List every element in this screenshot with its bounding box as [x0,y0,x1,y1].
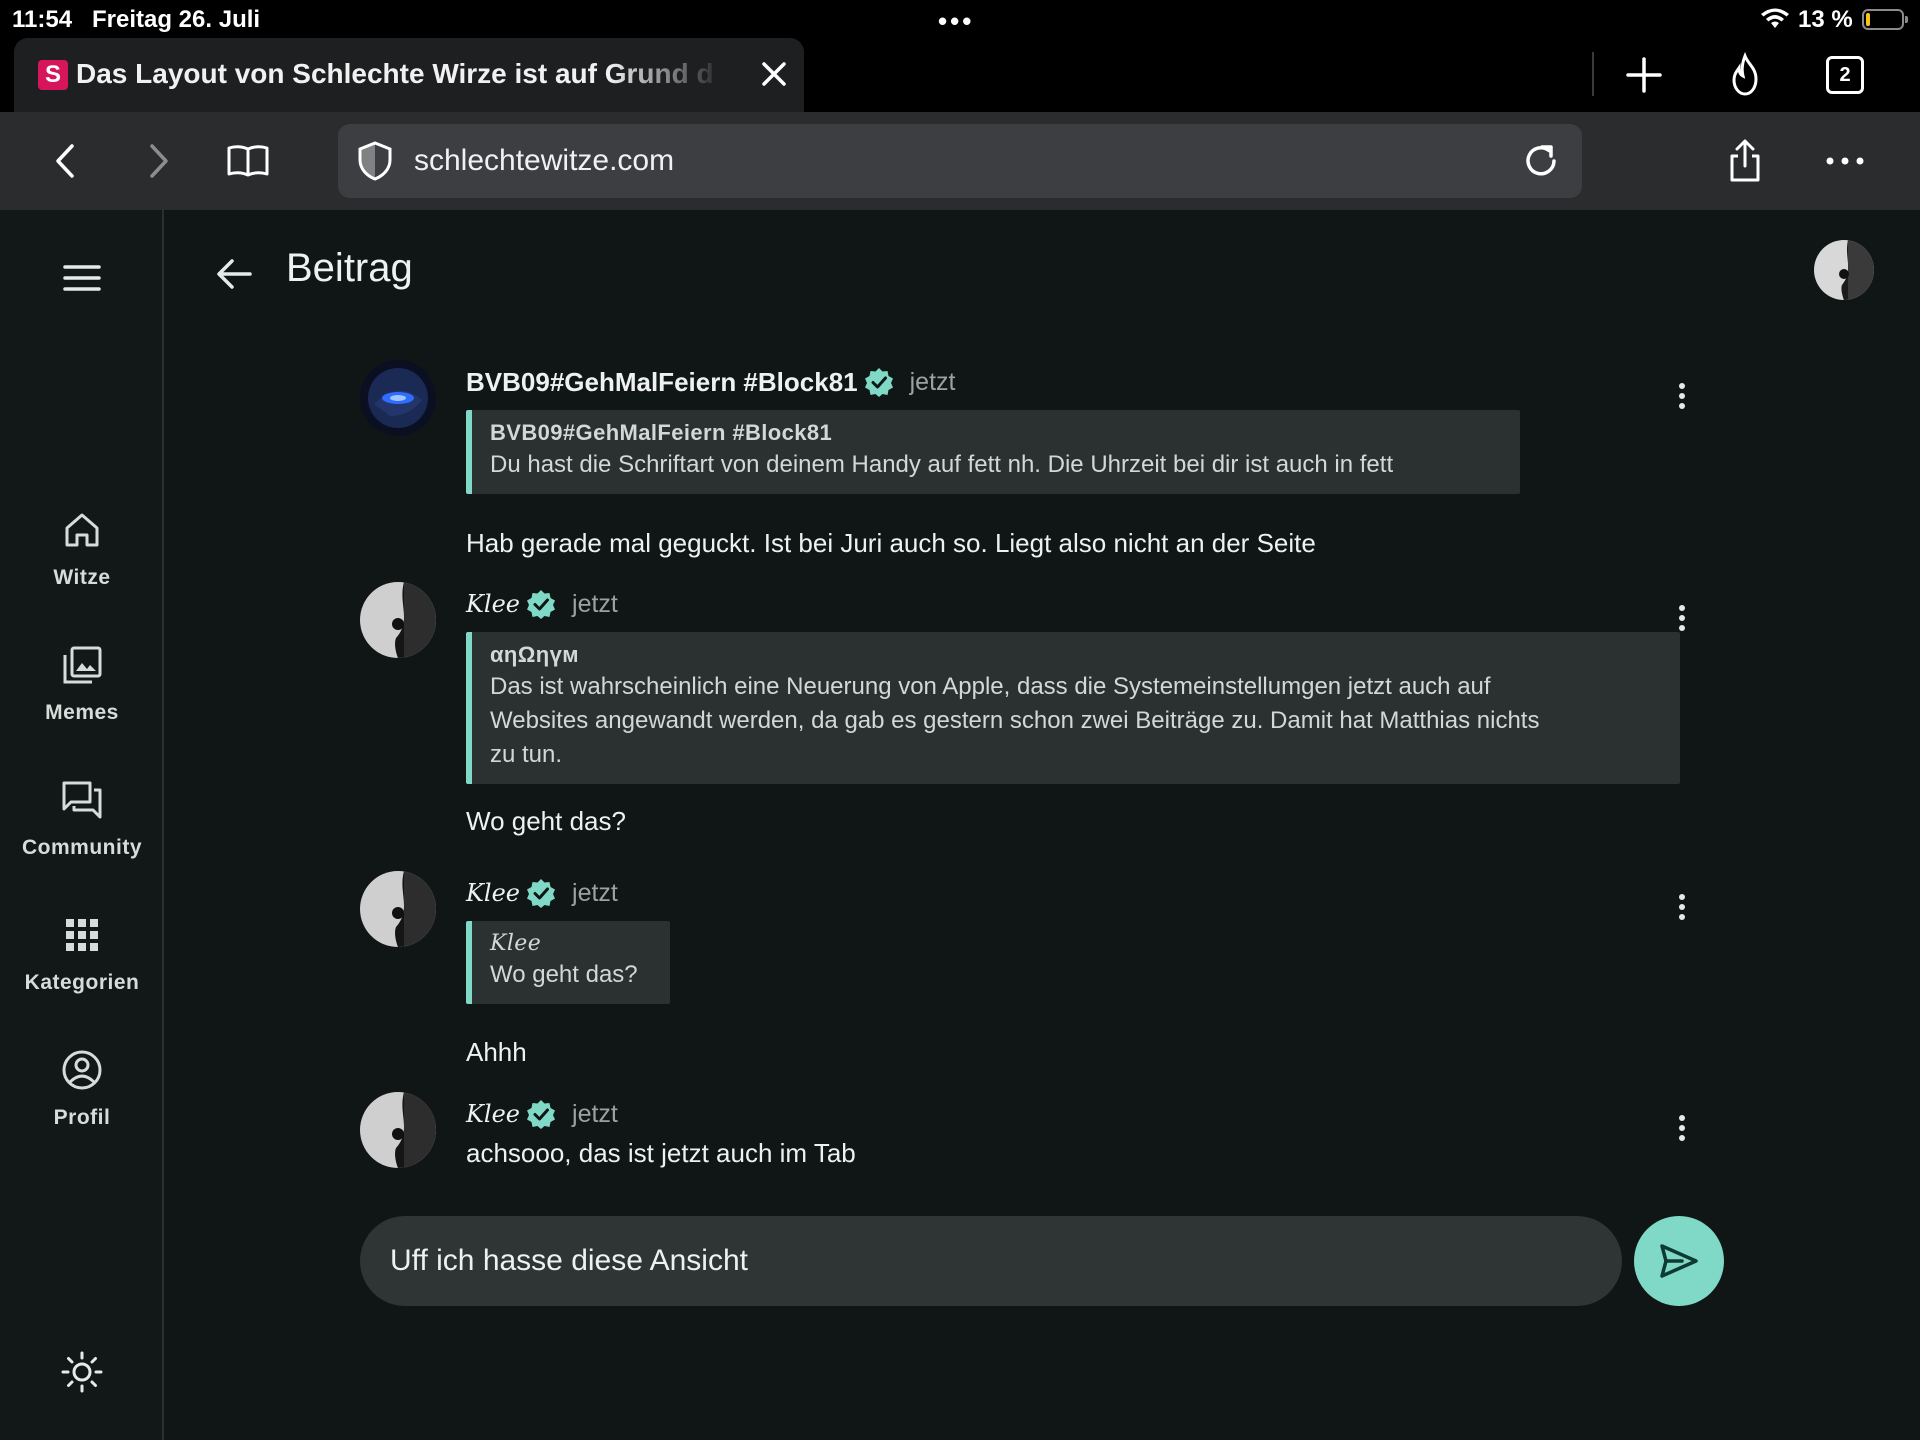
sidebar-item-profil[interactable]: Profil [0,1048,164,1168]
address-bar[interactable]: schlechtewitze.com [338,124,1582,198]
sun-theme-toggle-icon[interactable] [60,1350,104,1394]
status-bar: 11:54 Freitag 26. Juli ••• 13 % [0,0,1920,38]
tab-count-button[interactable]: 2 [1826,56,1864,94]
sidebar-item-label: Kategorien [24,971,140,994]
avatar[interactable] [360,582,436,658]
send-button[interactable] [1634,1216,1724,1306]
arrow-back-icon[interactable] [208,248,260,300]
comment-text: Hab gerade mal geguckt. Ist bei Juri auc… [466,528,1316,558]
hamburger-menu-icon[interactable] [58,254,106,302]
comment-author[interactable]: Klee [466,590,520,618]
quoted-comment[interactable]: αηΩηүм Das ist wahrscheinlich eine Neuer… [466,632,1680,784]
avatar-image [360,871,436,947]
share-icon[interactable] [1722,138,1768,184]
comment-composer [360,1216,1622,1306]
quote-text: Du hast die Schriftart von deinem Handy … [490,451,1394,478]
back-icon[interactable] [44,138,90,184]
shield-icon[interactable] [352,138,398,184]
comment-meta: Klee jetzt [466,1096,618,1132]
reload-icon[interactable] [1518,138,1564,184]
verified-badge-icon [527,1100,556,1129]
battery-icon [1862,9,1908,30]
more-options-icon[interactable] [1822,138,1868,184]
quote-text-line: Websites angewandt werden, da gab es ges… [490,707,1540,734]
comment-meta: BVB09#GehMalFeiern #Block81 jetzt [466,364,955,400]
quote-text: Wo geht das? [490,961,638,988]
multitasking-dots[interactable]: ••• [938,6,974,37]
comment-author[interactable]: Klee [466,879,520,907]
avatar[interactable] [360,1092,436,1168]
quote-author: αηΩηүм [490,642,579,667]
quoted-comment[interactable]: BVB09#GehMalFeiern #Block81 Du hast die … [466,410,1520,494]
sidebar-item-label: Memes [45,701,119,724]
avatar-image [360,582,436,658]
quote-author: BVB09#GehMalFeiern #Block81 [490,420,833,445]
more-vert-icon[interactable] [1662,376,1702,416]
verified-badge-icon [527,879,556,908]
account-circle-icon [62,1050,102,1090]
verified-badge-icon [527,590,556,619]
new-tab-icon[interactable] [1621,52,1667,98]
sidebar-item-label: Community [22,836,142,859]
tab-strip: S Das Layout von Schlechte Wirze ist auf… [0,38,1920,112]
send-icon [1660,1244,1698,1278]
sidebar-item-kategorien[interactable]: Kategorien [0,913,164,1033]
more-vert-icon[interactable] [1662,1108,1702,1148]
sidebar-item-label: Witze [53,566,111,589]
comment-time: jetzt [909,367,956,396]
avatar-image [360,1092,436,1168]
close-tab-icon[interactable] [754,54,794,94]
comment-time: jetzt [572,1099,618,1128]
status-time: 11:54 [12,6,73,33]
user-avatar[interactable] [1814,240,1874,300]
sidebar-item-witze[interactable]: Witze [0,508,164,628]
comment-input[interactable] [390,1234,1590,1288]
more-vert-icon[interactable] [1662,887,1702,927]
quoted-comment[interactable]: Klee Wo geht das? [466,921,670,1004]
flame-icon[interactable] [1722,52,1768,98]
photo-library-icon [63,646,102,684]
comment-text: achsooo, das ist jetzt auch im Tab [466,1138,856,1168]
tab-title: Das Layout von Schlechte Wirze ist auf G… [76,58,714,89]
verified-badge-icon [864,368,893,397]
comment-author[interactable]: BVB09#GehMalFeiern #Block81 [466,367,858,398]
avatar-image [1814,240,1874,300]
status-date: Freitag 26. Juli [92,6,261,33]
main-content: Beitrag BVB09#GehMalFeiern #Block81 jetz… [166,210,1920,1440]
sidebar-item-community[interactable]: Community [0,778,164,898]
grid-icon [66,919,98,951]
tabstrip-divider [1592,52,1594,96]
comment-text: Wo geht das? [466,806,626,836]
browser-tab-active[interactable]: S Das Layout von Schlechte Wirze ist auf… [14,38,804,112]
avatar[interactable] [360,360,436,436]
sidebar-item-label: Profil [53,1106,111,1129]
sidebar-nav: Witze Memes Community Kategorien Profil [0,210,164,1440]
url-text: schlechtewitze.com [414,144,675,177]
avatar[interactable] [360,871,436,947]
wifi-icon [1761,8,1789,28]
forum-icon [62,781,102,819]
quote-text-line: Das ist wahrscheinlich eine Neuerung von… [490,673,1491,700]
comment-text: Ahhh [466,1037,527,1067]
forward-icon[interactable] [134,138,180,184]
avatar-image [360,360,436,436]
browser-toolbar: schlechtewitze.com [0,112,1920,210]
page-title: Beitrag [286,246,413,290]
comment-time: jetzt [572,589,618,618]
site-favicon: S [38,60,68,90]
quote-author: Klee [490,931,542,956]
home-icon [65,513,99,547]
comment-author[interactable]: Klee [466,1100,520,1128]
sidebar-item-memes[interactable]: Memes [0,643,164,763]
battery-percent: 13 % [1798,6,1853,33]
comment-time: jetzt [572,878,618,907]
comment-meta: Klee jetzt [466,875,618,911]
comment-meta: Klee jetzt [466,586,618,622]
quote-text-line: zu tun. [490,741,563,768]
bookmarks-icon[interactable] [225,138,271,184]
